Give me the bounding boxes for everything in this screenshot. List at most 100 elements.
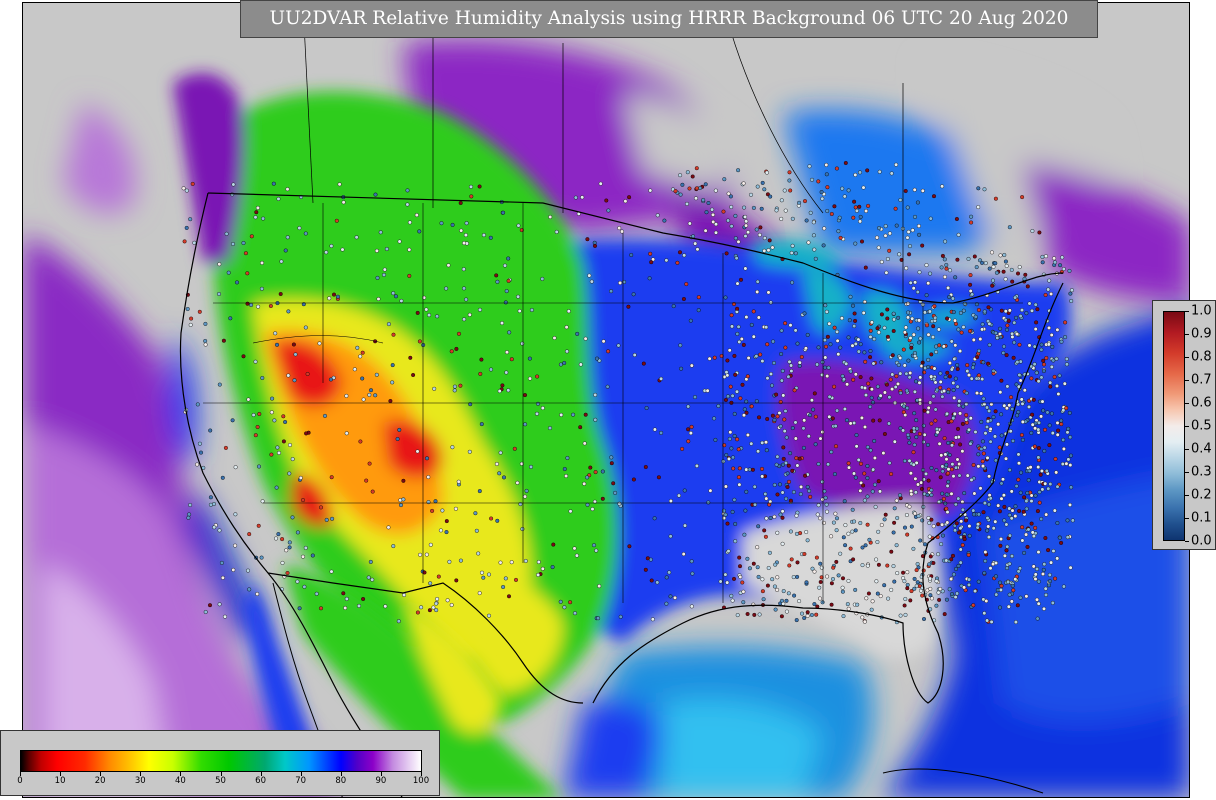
station-dot [914,568,919,573]
station-dot [203,610,208,615]
station-dot [852,471,857,476]
station-dot [788,498,793,503]
station-dot [1048,482,1053,487]
station-dot [673,189,678,194]
station-dot [431,605,436,610]
station-dot [1061,437,1066,442]
station-dot [947,374,952,379]
station-dot [686,439,691,444]
station-dot [270,396,275,401]
station-dot [876,330,881,335]
station-dot [762,236,767,241]
station-dot [1018,378,1023,383]
station-dot [838,235,843,240]
station-dot [972,512,977,517]
station-dot [790,426,795,431]
station-dot [997,445,1002,450]
station-dot [1020,401,1025,406]
station-dot [1007,225,1012,230]
station-dot [937,441,942,446]
station-dot [275,445,280,450]
station-dot [870,489,875,494]
station-dot [301,498,306,503]
station-dot [723,295,728,300]
station-dot [958,411,963,416]
station-dot [891,564,896,569]
station-dot [1036,455,1041,460]
station-dot [942,436,947,441]
station-dot [1018,359,1023,364]
station-dot [907,440,912,445]
station-dot [829,211,834,216]
station-dot [1068,463,1073,468]
station-dot [980,260,985,265]
station-dot [981,360,986,365]
station-dot [1033,577,1038,582]
station-dot [1016,452,1021,457]
station-dot [1055,327,1060,332]
station-dot [1046,486,1051,491]
station-dot [260,376,265,381]
station-dot [877,418,882,423]
station-dot [503,263,508,268]
station-dot [689,604,694,609]
station-dot [921,440,926,445]
station-dot [436,574,441,579]
station-dot [800,611,805,616]
station-dot [562,605,567,610]
station-dot [920,188,925,193]
station-dot [914,435,919,440]
station-dot [690,571,695,576]
station-dot [851,377,856,382]
station-dot [1049,411,1054,416]
station-dot [767,238,772,243]
station-dot [733,539,738,544]
station-dot [919,480,924,485]
station-dot [685,201,690,206]
station-dot [775,492,780,497]
station-dot [679,366,684,371]
station-dot [609,289,614,294]
station-dot [946,471,951,476]
station-dot [895,571,900,576]
station-dot [509,357,514,362]
station-dot [789,557,794,562]
station-dot [1027,301,1032,306]
station-dot [405,202,410,207]
station-dot [593,243,598,248]
station-dot [765,376,770,381]
station-dot [1063,335,1068,340]
station-dot [806,434,811,439]
station-dot [681,297,686,302]
station-dot [976,522,981,527]
station-dot [578,425,583,430]
station-dot [985,455,990,460]
station-dot [1027,404,1032,409]
station-dot [231,567,236,572]
station-dot [983,559,988,564]
station-dot [825,334,830,339]
station-dot [925,323,930,328]
station-dot [1004,442,1009,447]
station-dot [911,286,916,291]
station-dot [942,389,947,394]
station-dot [366,575,371,580]
station-dot [931,324,936,329]
station-dot [775,575,780,580]
station-dot [641,361,646,366]
station-dot [860,545,865,550]
station-dot [723,398,728,403]
station-dot [1017,342,1022,347]
station-dot [1048,380,1053,385]
station-dot [966,256,971,261]
station-dot [1041,408,1046,413]
station-dot [430,508,435,513]
station-dot [292,378,297,383]
station-dot [986,535,991,540]
station-dot [807,164,812,169]
station-dot [935,427,940,432]
station-dot [974,265,979,270]
station-dot [1064,362,1069,367]
station-dot [791,490,796,495]
station-dot [797,200,802,205]
